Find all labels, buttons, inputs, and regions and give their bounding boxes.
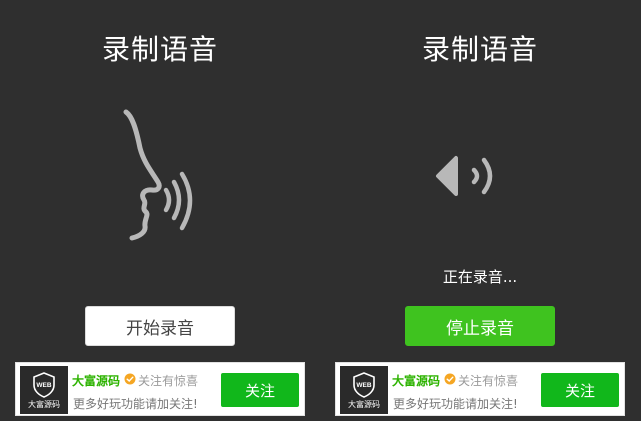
web-shield-icon: WEB (33, 372, 55, 398)
follow-button[interactable]: 关注 (221, 373, 299, 407)
verified-check-icon (124, 373, 136, 385)
web-shield-icon: WEB (353, 372, 375, 398)
recording-status: 正在录音... (442, 268, 518, 286)
ad-account-name: 大富源码 (72, 374, 121, 388)
ad-logo-text: 大富源码 (28, 400, 60, 409)
svg-text:WEB: WEB (356, 382, 371, 389)
page-title: 录制语音 (421, 33, 538, 66)
right-panel: 录制语音 正在录音... (320, 0, 640, 421)
speaker-sound-icon (434, 148, 508, 204)
svg-text:WEB: WEB (36, 382, 51, 389)
ad-logo: WEB 大富源码 (340, 366, 388, 414)
follow-ad-banner: WEB 大富源码 大富源码 关注有惊喜 更多好玩功能请加关注! 关注 (15, 362, 305, 416)
stop-recording-button[interactable]: 停止录音 (405, 306, 555, 346)
ad-follow-hint: 关注有惊喜 (458, 374, 519, 388)
follow-ad-banner: WEB 大富源码 大富源码 关注有惊喜 更多好玩功能请加关注! 关注 (335, 362, 625, 416)
ad-description: 更多好玩功能请加关注! (393, 397, 518, 411)
ad-follow-hint: 关注有惊喜 (138, 374, 199, 388)
face-speaking-icon (118, 108, 202, 242)
ad-logo-text: 大富源码 (348, 400, 380, 409)
start-recording-button[interactable]: 开始录音 (85, 306, 235, 346)
verified-check-icon (444, 373, 456, 385)
page-title: 录制语音 (101, 33, 218, 66)
follow-button[interactable]: 关注 (541, 373, 619, 407)
ad-description: 更多好玩功能请加关注! (73, 397, 198, 411)
ad-logo: WEB 大富源码 (20, 366, 68, 414)
ad-account-name: 大富源码 (392, 374, 441, 388)
